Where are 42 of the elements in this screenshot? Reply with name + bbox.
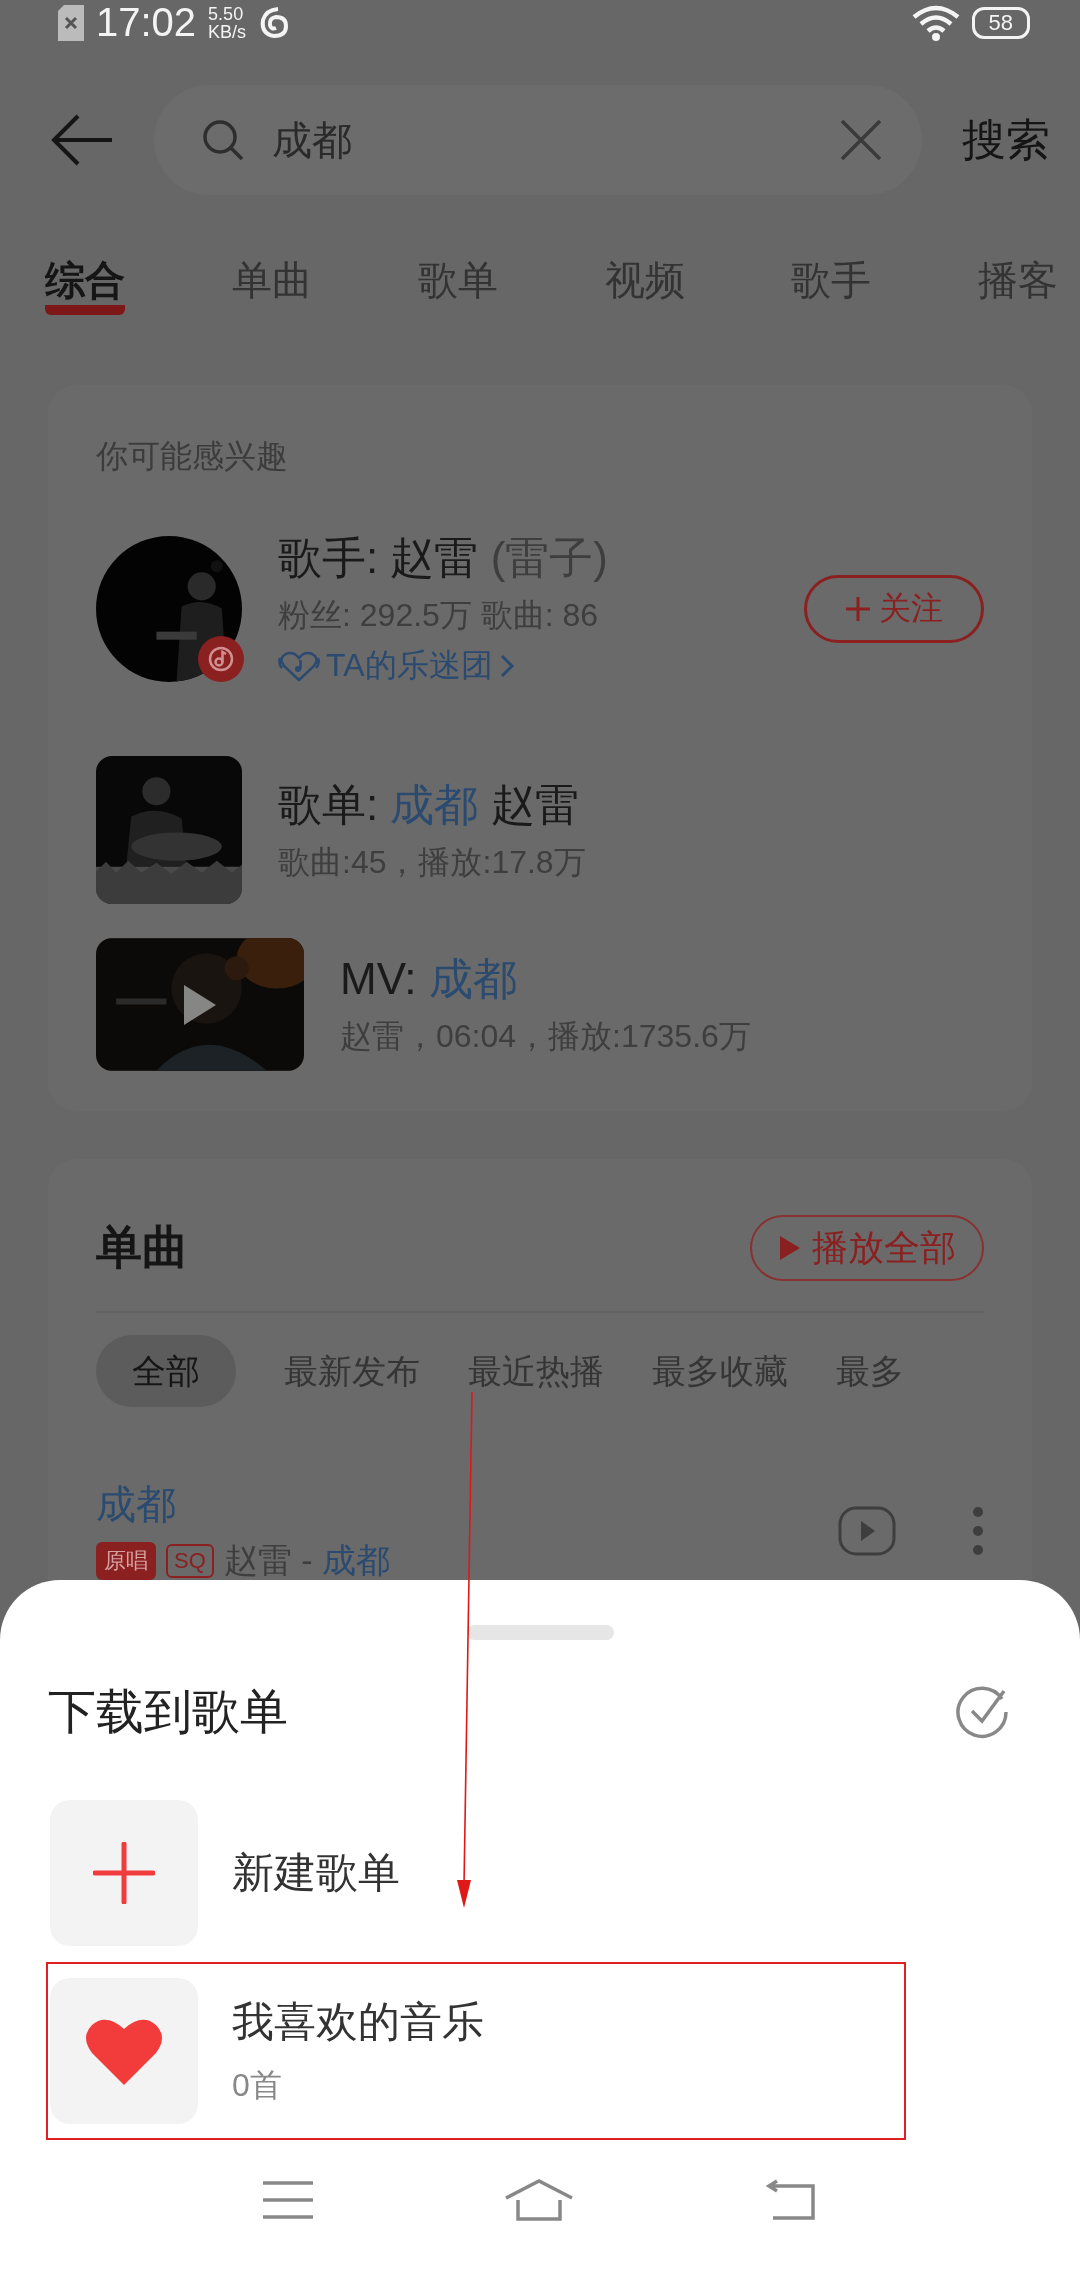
search-field[interactable]: 成都 bbox=[154, 85, 922, 195]
category-tab[interactable]: 综合 bbox=[45, 255, 125, 315]
song-tag: 原唱 bbox=[96, 1542, 156, 1580]
section-title: 单曲 bbox=[96, 1220, 188, 1275]
chevron-right-icon bbox=[498, 653, 515, 679]
playlist-title[interactable]: 歌单: 成都 赵雷 bbox=[278, 775, 984, 835]
network-speed-value: 5.50 bbox=[208, 4, 245, 23]
drag-handle[interactable] bbox=[466, 1625, 614, 1640]
plus-icon bbox=[845, 595, 871, 622]
mv-title[interactable]: MV: 成都 bbox=[340, 950, 984, 1009]
search-button[interactable]: 搜索 bbox=[962, 110, 1050, 170]
check-circle-icon[interactable] bbox=[956, 1685, 1010, 1739]
sheet-title: 下载到歌单 bbox=[48, 1684, 288, 1740]
filter-chip[interactable]: 全部 bbox=[96, 1335, 236, 1407]
swirl-icon bbox=[258, 5, 291, 40]
clock-time: 17:02 bbox=[96, 0, 197, 45]
play-all-button[interactable]: 播放全部 bbox=[750, 1215, 984, 1281]
back-arrow-icon[interactable] bbox=[50, 112, 114, 168]
play-icon bbox=[778, 1234, 802, 1262]
follow-button[interactable]: 关注 bbox=[804, 574, 984, 643]
back-icon[interactable] bbox=[764, 2178, 817, 2222]
sim-card-icon bbox=[58, 4, 84, 41]
music-badge-icon bbox=[198, 635, 244, 682]
heart-note-icon bbox=[278, 650, 320, 682]
song-tag: SQ bbox=[166, 1544, 214, 1578]
playlist-item[interactable]: 新建歌单 bbox=[46, 1784, 906, 1962]
song-title[interactable]: 成都 bbox=[96, 1477, 802, 1532]
more-icon[interactable] bbox=[972, 1505, 984, 1556]
search-icon bbox=[202, 119, 244, 161]
fan-group-link[interactable]: TA的乐迷团 bbox=[278, 644, 768, 688]
search-query: 成都 bbox=[272, 116, 353, 164]
playlist-item[interactable]: 我喜欢的音乐 0首 bbox=[46, 1962, 906, 2140]
home-icon[interactable] bbox=[504, 2178, 574, 2222]
plus-icon bbox=[93, 1842, 155, 1904]
close-icon[interactable] bbox=[840, 119, 882, 161]
network-speed-unit: KB/s bbox=[208, 22, 247, 41]
battery-level: 58 bbox=[971, 6, 1030, 39]
wifi-icon bbox=[911, 4, 960, 41]
playlist-name: 新建歌单 bbox=[232, 1848, 401, 1898]
song-count: 0首 bbox=[232, 2066, 283, 2105]
menu-icon[interactable] bbox=[263, 2180, 314, 2220]
playlist-name: 我喜欢的音乐 bbox=[232, 1997, 485, 2047]
